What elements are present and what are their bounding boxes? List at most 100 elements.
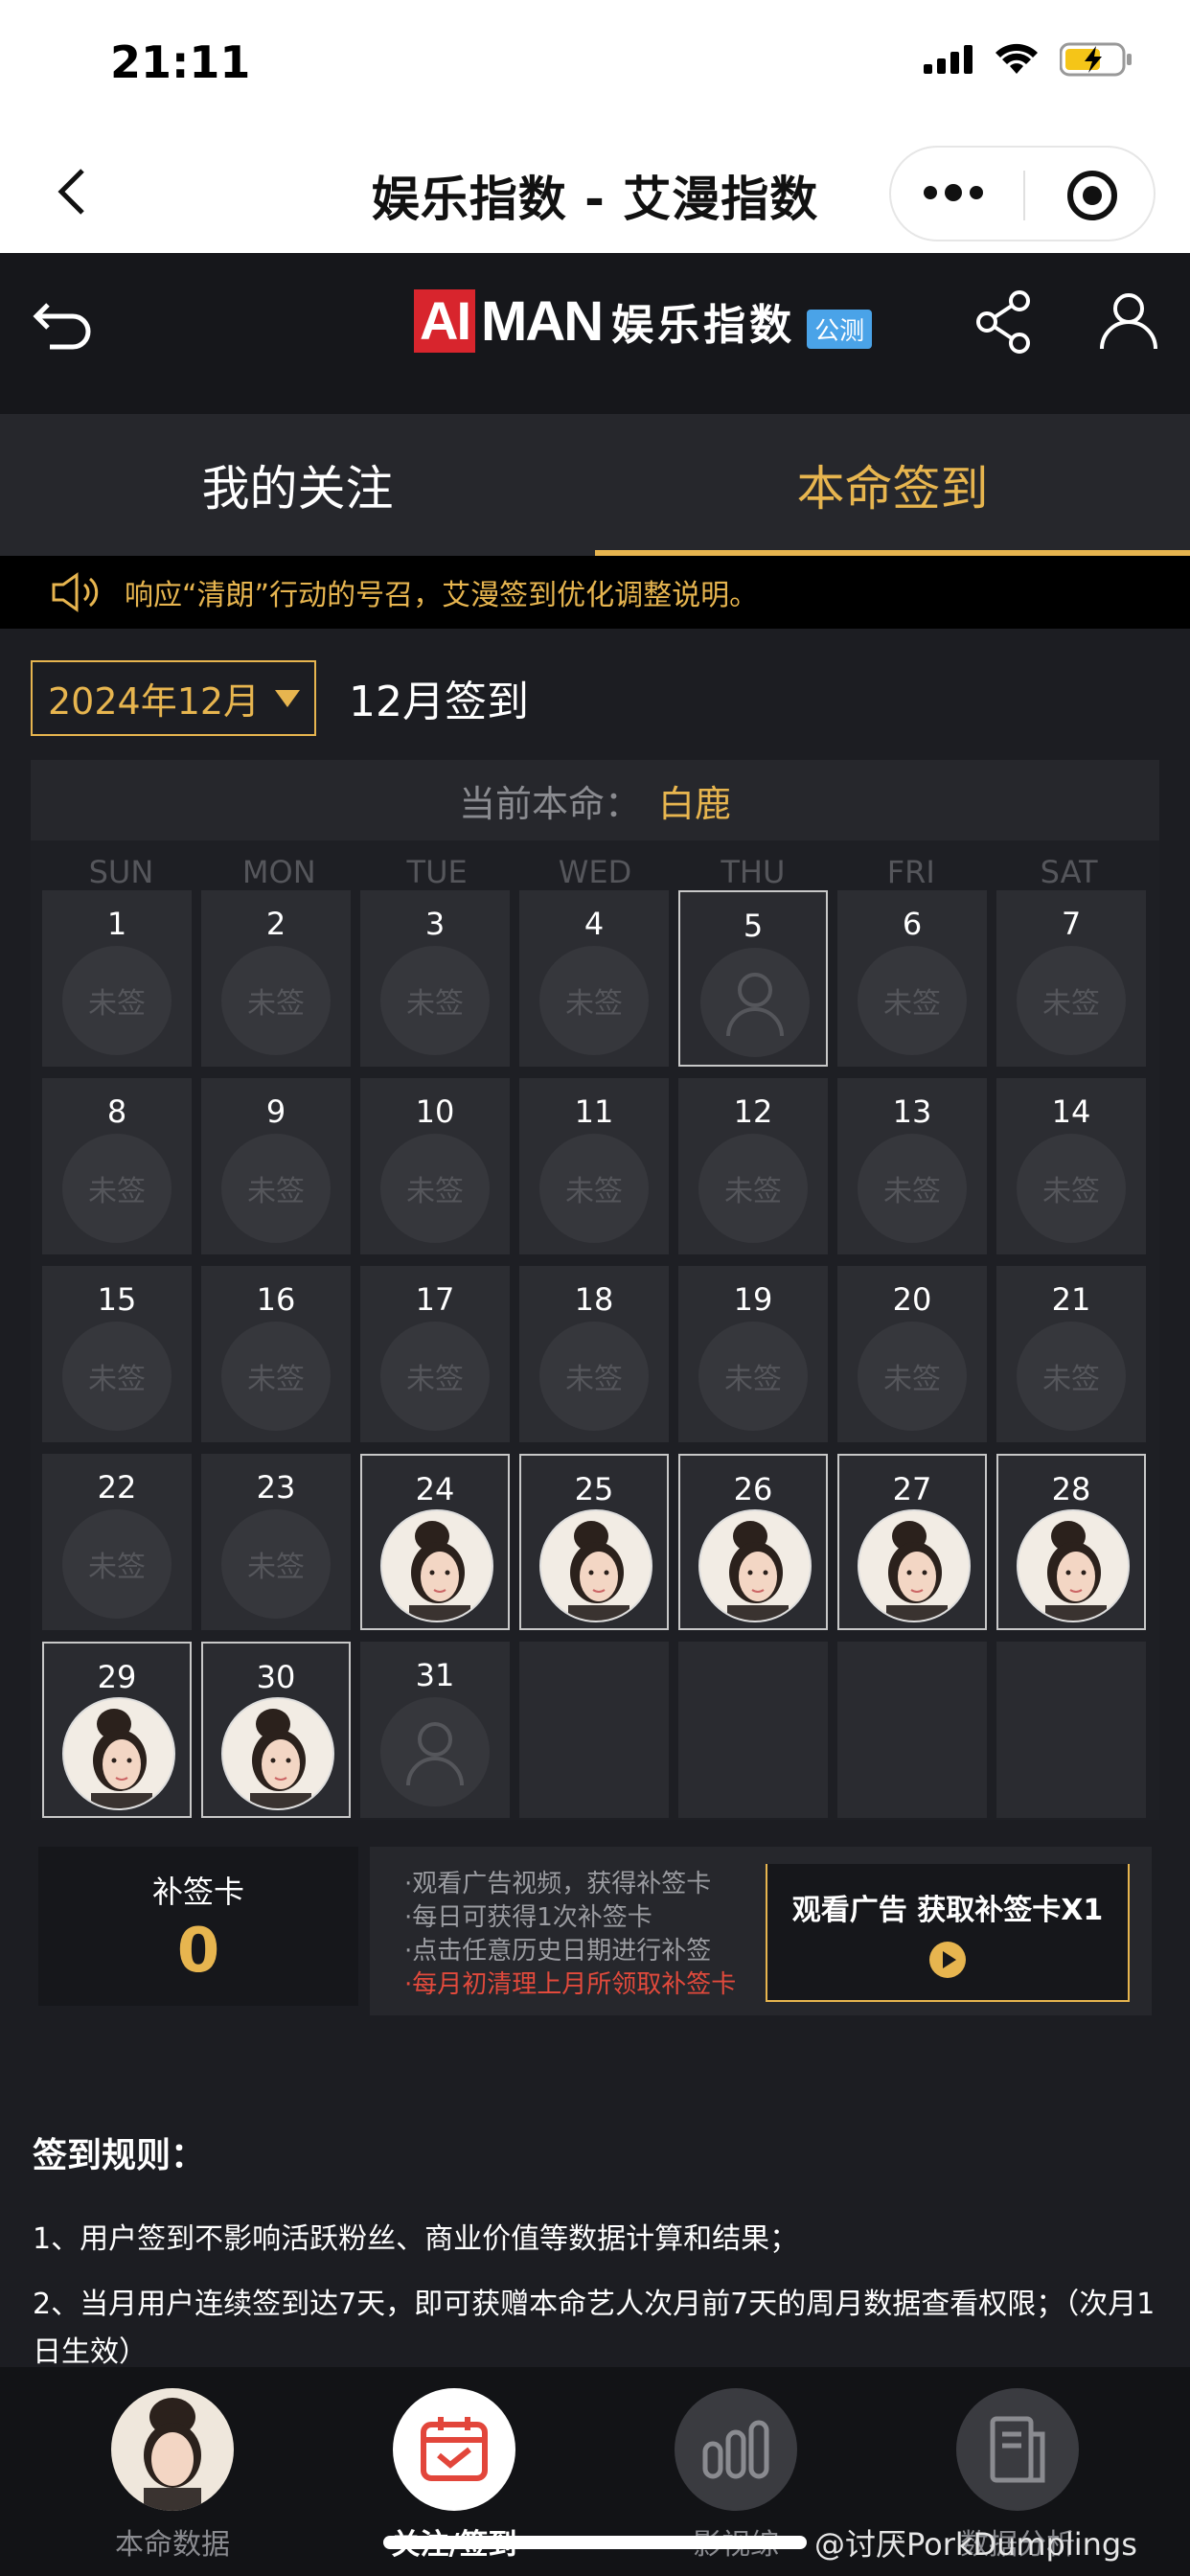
more-icon[interactable] (924, 184, 983, 201)
calendar-day-15[interactable]: 15 未签 (42, 1266, 192, 1442)
day-number: 11 (574, 1093, 614, 1130)
nav-idol-data[interactable]: 本命数据 (77, 2388, 268, 2563)
tab-my-follows[interactable]: 我的关注 (0, 414, 595, 556)
calendar-day-28[interactable]: 28 (996, 1454, 1146, 1630)
share-icon[interactable] (970, 288, 1039, 356)
calendar-day-11[interactable]: 11 未签 (519, 1078, 669, 1254)
day-number: 22 (97, 1469, 137, 1506)
day-number: 15 (97, 1281, 137, 1318)
calendar-day-23[interactable]: 23 未签 (201, 1454, 351, 1630)
day-number: 1 (106, 906, 127, 942)
calendar-day-18[interactable]: 18 未签 (519, 1266, 669, 1442)
day-number: 29 (97, 1659, 137, 1695)
unsigned-badge: 未签 (1017, 1322, 1126, 1431)
calendar-day-27[interactable]: 27 (837, 1454, 987, 1630)
close-mini-program-icon[interactable] (1067, 171, 1117, 220)
unsigned-badge: 未签 (858, 946, 967, 1055)
avatar (111, 2388, 234, 2511)
day-number: 26 (733, 1471, 773, 1507)
tab-idol-checkin[interactable]: 本命签到 (595, 414, 1190, 556)
calendar-day-3[interactable]: 3 未签 (360, 890, 510, 1067)
day-number: 30 (256, 1659, 296, 1695)
calendar-day-10[interactable]: 10 未签 (360, 1078, 510, 1254)
play-icon (929, 1942, 966, 1978)
calendar-day-31[interactable]: 31 (360, 1642, 510, 1818)
day-number: 3 (424, 906, 446, 942)
calendar-empty-cell (837, 1642, 987, 1818)
wifi-icon (995, 43, 1038, 74)
day-number: 25 (574, 1471, 614, 1507)
unsigned-badge: 未签 (698, 1134, 808, 1243)
aiman-logo: AI MAN 娱乐指数 公测 (414, 288, 873, 355)
speaker-icon (52, 572, 99, 612)
supplement-card-count: 0 (176, 1916, 220, 1987)
notice-bar[interactable]: 响应“清朗”行动的号召，艾漫签到优化调整说明。 (0, 556, 1190, 629)
unsigned-badge: 未签 (62, 946, 172, 1055)
supplement-card-counter: 补签卡 0 (38, 1847, 358, 2006)
rule-item: 1、用户签到不影响活跃粉丝、商业价值等数据计算和结果； (33, 2222, 799, 2256)
return-icon[interactable] (29, 288, 98, 356)
unsigned-badge: 未签 (539, 946, 649, 1055)
day-number: 23 (256, 1469, 296, 1506)
calendar-day-20[interactable]: 20 未签 (837, 1266, 987, 1442)
calendar-empty-cell (996, 1642, 1146, 1818)
calendar-day-30[interactable]: 30 (201, 1642, 351, 1818)
day-number: 6 (902, 906, 923, 942)
calendar-day-17[interactable]: 17 未签 (360, 1266, 510, 1442)
unsigned-badge: 未签 (380, 1134, 490, 1243)
calendar-day-26[interactable]: 26 (678, 1454, 828, 1630)
day-number: 21 (1051, 1281, 1091, 1318)
calendar-empty-cell (678, 1642, 828, 1818)
idol-avatar-icon (62, 1697, 175, 1810)
calendar-day-13[interactable]: 13 未签 (837, 1078, 987, 1254)
calendar-day-1[interactable]: 1 未签 (42, 890, 192, 1067)
watermark: @讨厌PorkDumplings (814, 2526, 1137, 2563)
checkin-calendar: SUN MON TUE WED THU FRI SAT 1 未签 2 未签 3 未签 4 未签… (31, 840, 1159, 1820)
rule-item: 2、当月用户连续签到达7天，即可获赠本命艺人次月前7天的周月数据查看权限；（次月… (33, 2288, 1156, 2369)
day-number: 2 (265, 906, 286, 942)
notice-text: 响应“清朗”行动的号召，艾漫签到优化调整说明。 (125, 579, 759, 612)
calendar-day-4[interactable]: 4 未签 (519, 890, 669, 1067)
calendar-day-29[interactable]: 29 (42, 1642, 192, 1818)
calendar-day-8[interactable]: 8 未签 (42, 1078, 192, 1254)
unsigned-badge: 未签 (221, 1509, 331, 1619)
month-select[interactable]: 2024年12月 (31, 660, 316, 736)
day-number: 5 (743, 908, 764, 944)
person-placeholder-icon (700, 948, 810, 1057)
calendar-day-22[interactable]: 22 未签 (42, 1454, 192, 1630)
status-time: 21:11 (110, 36, 251, 88)
day-number: 13 (892, 1093, 932, 1130)
calendar-empty-cell (519, 1642, 669, 1818)
unsigned-badge: 未签 (62, 1322, 172, 1431)
calendar-day-5[interactable]: 5 (678, 890, 828, 1067)
calendar-day-16[interactable]: 16 未签 (201, 1266, 351, 1442)
day-number: 31 (415, 1657, 455, 1693)
day-number: 16 (256, 1281, 296, 1318)
unsigned-badge: 未签 (62, 1134, 172, 1243)
unsigned-badge: 未签 (698, 1322, 808, 1431)
home-indicator (383, 2536, 807, 2549)
calendar-day-12[interactable]: 12 未签 (678, 1078, 828, 1254)
idol-avatar-icon (858, 1509, 971, 1622)
caret-down-icon (275, 689, 301, 707)
calendar-day-7[interactable]: 7 未签 (996, 890, 1146, 1067)
calendar-day-6[interactable]: 6 未签 (837, 890, 987, 1067)
calendar-day-14[interactable]: 14 未签 (996, 1078, 1146, 1254)
user-profile-icon[interactable] (1094, 288, 1163, 356)
calendar-day-21[interactable]: 21 未签 (996, 1266, 1146, 1442)
calendar-day-25[interactable]: 25 (519, 1454, 669, 1630)
weekday-header: SUN MON TUE WED THU FRI SAT (88, 854, 1098, 890)
idol-avatar-icon (221, 1697, 334, 1810)
calendar-day-24[interactable]: 24 (360, 1454, 510, 1630)
unsigned-badge: 未签 (380, 1322, 490, 1431)
beta-badge: 公测 (807, 309, 873, 349)
unsigned-badge: 未签 (539, 1134, 649, 1243)
calendar-day-9[interactable]: 9 未签 (201, 1078, 351, 1254)
unsigned-badge: 未签 (62, 1509, 172, 1619)
day-number: 7 (1061, 906, 1082, 942)
watch-ad-button[interactable]: 观看广告 获取补签卡X1 (766, 1864, 1130, 2002)
day-number: 20 (892, 1281, 932, 1318)
calendar-day-19[interactable]: 19 未签 (678, 1266, 828, 1442)
calendar-day-2[interactable]: 2 未签 (201, 890, 351, 1067)
day-number: 24 (415, 1471, 455, 1507)
